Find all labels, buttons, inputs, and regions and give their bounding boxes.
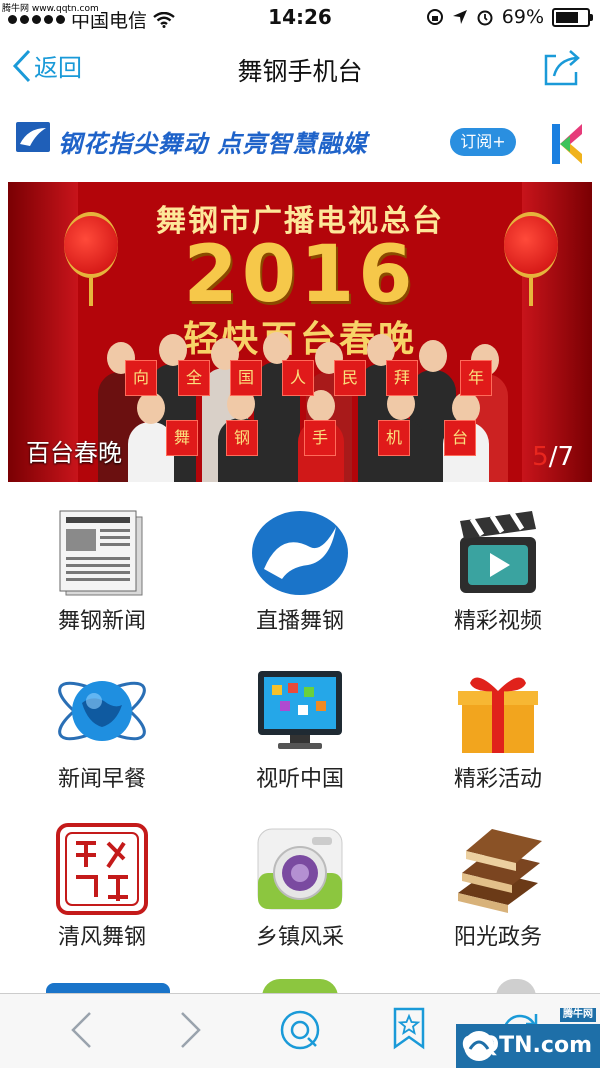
- forward-nav-button[interactable]: [178, 1010, 204, 1054]
- grid-item-label: 乡镇风采: [255, 925, 344, 950]
- greeting-sign: 台: [444, 420, 476, 456]
- grid-item-label: 舞钢新闻: [57, 609, 146, 634]
- back-nav-button[interactable]: [68, 1010, 94, 1054]
- watermark-logo: QQTN.com 腾牛网: [456, 1008, 600, 1068]
- greeting-sign: 全: [178, 360, 210, 396]
- grid-item-live[interactable]: 直播舞钢: [200, 495, 400, 645]
- chevron-right-icon: [181, 1012, 201, 1048]
- greeting-sign: 向: [125, 360, 157, 396]
- share-button[interactable]: [540, 46, 584, 92]
- grid-item-label: 精彩视频: [453, 609, 542, 634]
- greeting-sign: 手: [304, 420, 336, 456]
- subscribe-button[interactable]: 订阅+: [450, 128, 516, 156]
- grid-item-label: 视听中国: [255, 767, 344, 792]
- comment-button[interactable]: [278, 1008, 322, 1056]
- bookmark-button[interactable]: [392, 1006, 426, 1054]
- greeting-sign: 民: [334, 360, 366, 396]
- grid-item-government[interactable]: 阳光政务: [398, 811, 598, 961]
- status-bar: 中国电信 腾牛网 www.qqtn.com 14:26 69%: [0, 0, 600, 34]
- promo-bar: 钢花指尖舞动 点亮智慧融媒 订阅+: [0, 102, 600, 176]
- grid-item-towns[interactable]: 乡镇风采: [200, 811, 400, 961]
- greeting-sign: 舞: [166, 420, 198, 456]
- page-title: 舞钢手机台: [237, 57, 363, 86]
- grid-item-label: 直播舞钢: [255, 609, 344, 634]
- battery-icon: [552, 7, 593, 27]
- grid-item-label: 新闻早餐: [57, 767, 146, 792]
- chat-bubble-icon: [280, 1010, 320, 1050]
- status-right: 69%: [426, 6, 593, 28]
- slide-counter: 5/7: [532, 442, 574, 472]
- slide-total: /7: [548, 442, 574, 472]
- grid-item-morning-news[interactable]: 新闻早餐: [2, 653, 202, 803]
- k-brand-logo-icon: [550, 122, 586, 170]
- tv-screen-icon: [258, 671, 342, 749]
- watermark-tag: 腾牛网: [560, 1008, 596, 1022]
- greeting-sign: 机: [378, 420, 410, 456]
- greeting-sign: 人: [282, 360, 314, 396]
- seal-stamp-icon: [56, 823, 148, 915]
- hosts-group-photo: [98, 332, 508, 482]
- grid-item-videos[interactable]: 精彩视频: [398, 495, 598, 645]
- banner-year: 2016: [183, 230, 417, 320]
- station-logo-icon: [16, 122, 50, 152]
- greeting-sign: 拜: [386, 360, 418, 396]
- rotation-lock-icon: [426, 9, 443, 25]
- grid-item-label: 清风舞钢: [57, 925, 146, 950]
- share-icon: [544, 50, 580, 86]
- grid-item-label: 阳光政务: [453, 925, 542, 950]
- live-logo-icon: [252, 511, 348, 595]
- globe-orbit-icon: [58, 681, 146, 741]
- watermark-badge-icon: [464, 1031, 494, 1061]
- newspaper-icon: [59, 510, 143, 596]
- grid-item-av-china[interactable]: 视听中国: [200, 653, 400, 803]
- nav-bar: 返回 舞钢手机台: [0, 34, 600, 102]
- banner-caption: 百台春晚: [26, 439, 122, 467]
- battery-percent: 69%: [501, 6, 544, 28]
- promo-slogan: 钢花指尖舞动 点亮智慧融媒: [58, 130, 368, 158]
- greeting-sign: 年: [460, 360, 492, 396]
- alarm-clock-icon: [477, 10, 493, 26]
- bottom-toolbar: QQTN.com 腾牛网: [0, 993, 600, 1068]
- clapperboard-icon: [460, 511, 536, 593]
- greeting-sign: 钢: [226, 420, 258, 456]
- slide-current: 5: [532, 442, 549, 472]
- grid-item-clean-wind[interactable]: 清风舞钢: [2, 811, 202, 961]
- books-icon: [458, 829, 542, 913]
- gift-box-icon: [458, 677, 538, 753]
- banner-carousel[interactable]: 舞钢市广播电视总台 2016 轻快百台春晚 向 全 国 人 民 拜 年 舞 钢 …: [8, 182, 592, 482]
- camera-icon: [257, 828, 343, 910]
- chevron-left-icon: [71, 1012, 91, 1048]
- greeting-sign: 国: [230, 360, 262, 396]
- grid-item-news[interactable]: 舞钢新闻: [2, 495, 202, 645]
- grid-item-label: 精彩活动: [453, 767, 542, 792]
- bookmark-star-icon: [393, 1007, 425, 1050]
- location-arrow-icon: [452, 10, 467, 24]
- grid-item-events[interactable]: 精彩活动: [398, 653, 598, 803]
